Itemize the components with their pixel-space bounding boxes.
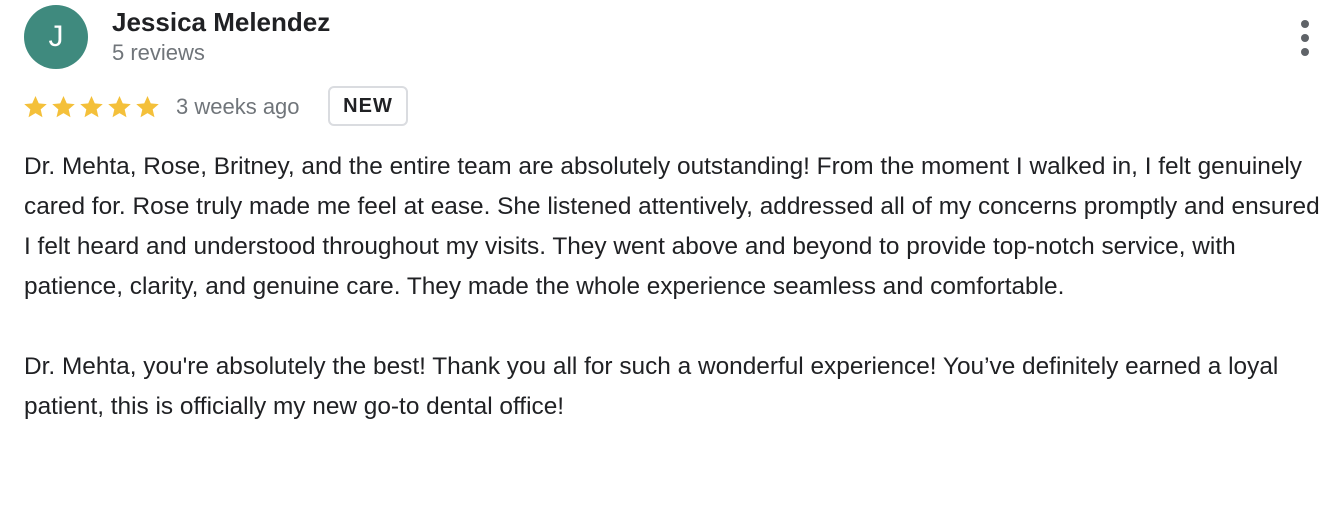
menu-dot [1301, 34, 1309, 42]
reviewer-name[interactable]: Jessica Melendez [112, 7, 330, 38]
review-text: Dr. Mehta, Rose, Britney, and the entire… [24, 147, 1324, 467]
review-paragraph: Dr. Mehta, Rose, Britney, and the entire… [24, 153, 1320, 300]
more-vertical-icon[interactable] [1292, 18, 1320, 58]
star-icon [24, 95, 47, 118]
star-rating [22, 92, 161, 122]
review-time: 3 weeks ago [176, 94, 300, 119]
review-card: J Jessica Melendez 5 reviews 3 weeks ago… [0, 0, 1340, 516]
star-icon [52, 95, 75, 118]
review-count[interactable]: 5 reviews [112, 40, 205, 66]
star-icon [80, 95, 103, 118]
new-badge: NEW [328, 86, 408, 126]
star-icon [136, 95, 159, 118]
menu-dot [1301, 20, 1309, 28]
menu-dot [1301, 48, 1309, 56]
review-paragraph: Dr. Mehta, you're absolutely the best! T… [24, 353, 1279, 420]
avatar[interactable]: J [24, 5, 88, 69]
star-icon [108, 95, 131, 118]
